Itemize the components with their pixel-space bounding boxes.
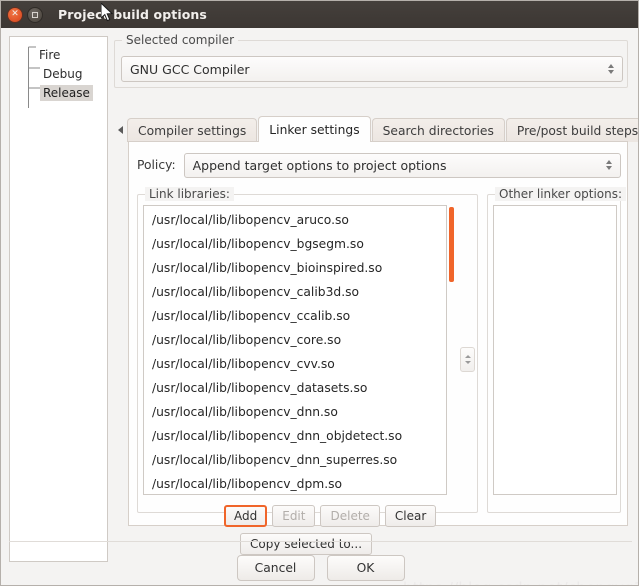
dialog-body: Fire Debug Release Selected compiler GNU… (1, 28, 638, 585)
button-label: Cancel (254, 560, 297, 575)
button-label: Edit (282, 509, 306, 523)
link-libraries-label: Link libraries: (145, 187, 234, 201)
tree-item-label: Debug (43, 66, 83, 81)
content-area: Selected compiler GNU GCC Compiler Compi… (114, 33, 638, 562)
edit-button[interactable]: Edit (272, 505, 316, 527)
tree-item-label: Release (40, 84, 93, 101)
scrollbar-thumb[interactable] (449, 207, 454, 282)
button-label: Delete (330, 509, 370, 523)
reorder-spinner[interactable] (460, 347, 475, 372)
tab-search-directories[interactable]: Search directories (371, 118, 505, 142)
link-libraries-scrollbar[interactable] (449, 205, 455, 495)
list-item[interactable]: /usr/local/lib/libopencv_datasets.so (146, 376, 446, 400)
tab-linker-settings[interactable]: Linker settings (258, 116, 371, 142)
list-item[interactable]: /usr/local/lib/libopencv_cvv.so (146, 352, 446, 376)
list-item[interactable]: /usr/local/lib/libopencv_bioinspired.so (146, 256, 446, 280)
watermark-text: https://blog.csdn.net/chengyq116 (403, 579, 638, 585)
selected-compiler-label: Selected compiler (122, 33, 239, 47)
tab-bar: Compiler settings Linker settings Search… (114, 116, 638, 142)
tree-item-release[interactable]: Release (10, 83, 107, 102)
tab-label: Pre/post build steps (516, 123, 639, 138)
link-libraries-list[interactable]: /usr/local/lib/libopencv_aruco.so /usr/l… (143, 205, 447, 495)
tree-item-label: Fire (39, 47, 61, 62)
footer-separator (9, 541, 632, 542)
window-title: Project build options (58, 7, 207, 22)
target-tree: Fire Debug Release (10, 37, 107, 102)
other-linker-options-group: Other linker options: (487, 187, 627, 513)
tree-item-fire[interactable]: Fire (10, 45, 107, 64)
list-item[interactable]: /usr/local/lib/libopencv_bgsegm.so (146, 232, 446, 256)
button-label: Clear (394, 509, 427, 523)
list-item[interactable]: /usr/local/lib/libopencv_dnn_objdetect.s… (146, 424, 446, 448)
policy-select[interactable]: Append target options to project options (183, 152, 621, 178)
chevron-updown-icon (606, 160, 612, 170)
linker-settings-panel: Policy: Append target options to project… (128, 141, 628, 555)
compiler-select-value: GNU GCC Compiler (130, 61, 250, 77)
cancel-button[interactable]: Cancel (236, 554, 315, 581)
chevron-updown-icon (608, 64, 614, 74)
button-label: Add (234, 509, 258, 523)
ok-button[interactable]: OK (326, 554, 405, 581)
title-bar: ✕ Project build options (1, 1, 638, 28)
tab-label: Search directories (382, 123, 494, 138)
tab-label: Compiler settings (138, 123, 247, 138)
policy-label: Policy: (137, 158, 176, 172)
list-item[interactable]: /usr/local/lib/libopencv_core.so (146, 328, 446, 352)
list-item[interactable]: /usr/local/lib/libopencv_calib3d.so (146, 280, 446, 304)
link-libraries-button-row: Add Edit Delete Clear (224, 505, 441, 527)
link-libraries-group: Link libraries: /usr/local/lib/libopencv… (137, 187, 478, 555)
compiler-select[interactable]: GNU GCC Compiler (121, 56, 623, 82)
tab-compiler-settings[interactable]: Compiler settings (127, 118, 258, 142)
list-item[interactable]: /usr/local/lib/libopencv_dpm.so (146, 472, 446, 494)
tree-item-debug[interactable]: Debug (10, 64, 107, 83)
button-label: OK (356, 560, 375, 575)
list-item[interactable]: /usr/local/lib/libopencv_ccalib.so (146, 304, 446, 328)
delete-button[interactable]: Delete (320, 505, 380, 527)
list-item[interactable]: /usr/local/lib/libopencv_aruco.so (146, 208, 446, 232)
close-icon[interactable]: ✕ (7, 6, 23, 23)
policy-select-value: Append target options to project options (192, 157, 447, 173)
target-tree-panel[interactable]: Fire Debug Release (9, 36, 108, 562)
list-item[interactable]: /usr/local/lib/libopencv_dnn_superres.so (146, 448, 446, 472)
tab-pre-post-build-steps[interactable]: Pre/post build steps (505, 118, 639, 142)
other-linker-options-textarea[interactable] (493, 205, 617, 495)
clear-button[interactable]: Clear (384, 505, 437, 527)
other-linker-options-label: Other linker options: (495, 187, 627, 201)
selected-compiler-group: Selected compiler GNU GCC Compiler (114, 33, 628, 88)
list-item[interactable]: /usr/local/lib/libopencv_dnn.so (146, 400, 446, 424)
maximize-icon[interactable] (27, 6, 43, 23)
tab-label: Linker settings (269, 122, 360, 137)
tab-scroll-left-button[interactable] (114, 118, 127, 142)
add-button[interactable]: Add (224, 505, 268, 527)
policy-row: Policy: Append target options to project… (137, 152, 621, 178)
project-build-options-dialog: ✕ Project build options Fire Debug Relea… (0, 0, 639, 586)
